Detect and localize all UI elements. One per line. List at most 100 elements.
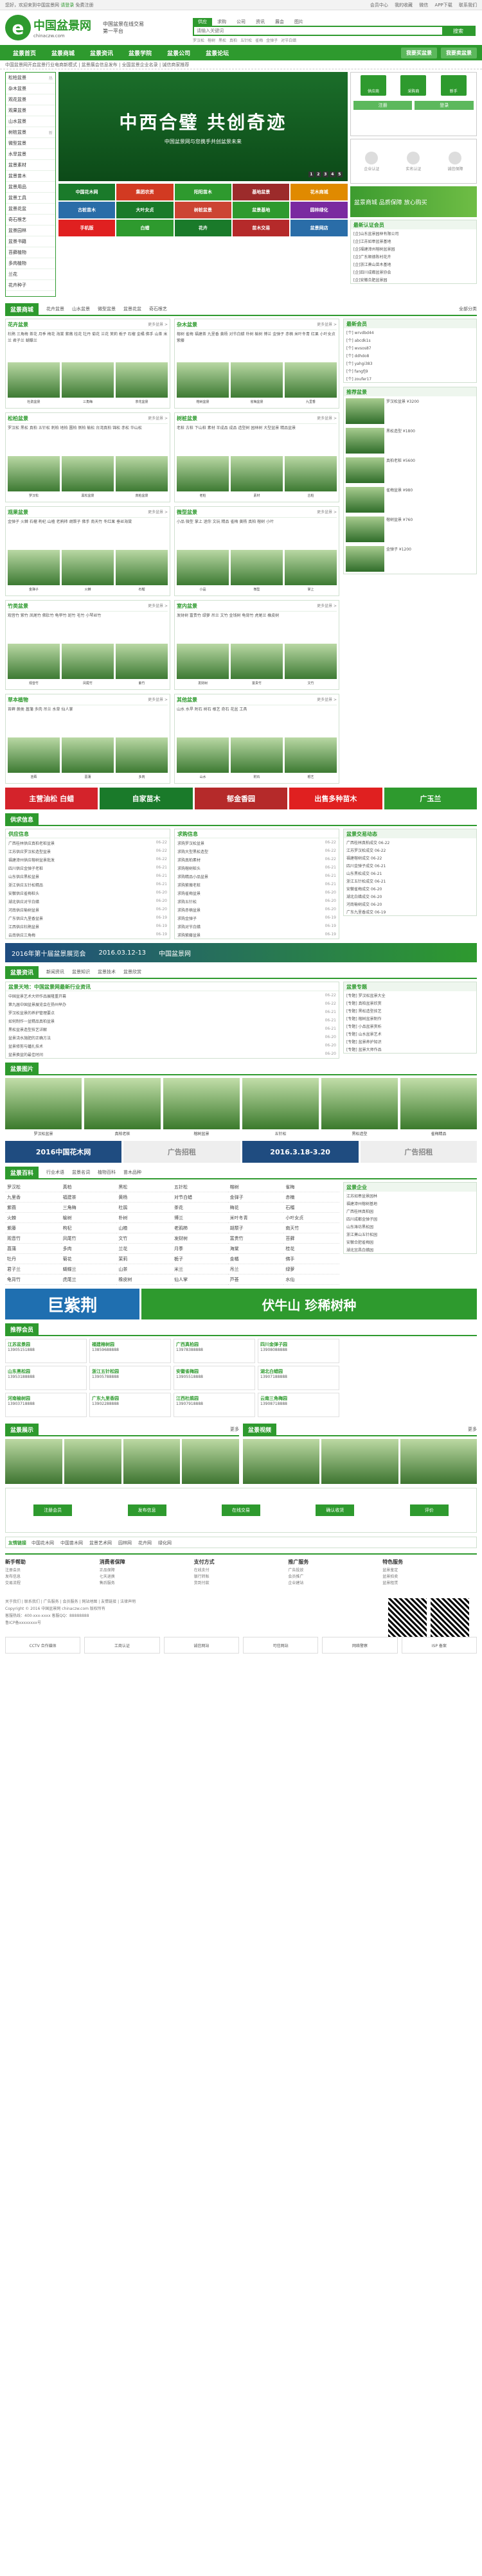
member-card[interactable]: 湖北白蜡园 13907188888: [258, 1366, 339, 1390]
member-item[interactable]: [个] yahgi383: [344, 359, 476, 367]
gallery-image[interactable]: 罗汉松盆景: [5, 1078, 82, 1136]
plant-image[interactable]: 老桩: [177, 456, 229, 498]
recommended-item[interactable]: 罗汉松盆景 ¥3200: [344, 396, 476, 426]
directory-item[interactable]: 南天竹: [283, 1223, 339, 1233]
directory-item[interactable]: 佛手: [283, 1254, 339, 1264]
member-card[interactable]: 河南榆树园 13903718888: [5, 1393, 87, 1417]
friend-link[interactable]: 花卉网: [138, 1540, 152, 1546]
plant-image[interactable]: 多肉: [116, 737, 168, 779]
category-item[interactable]: 微型盆景: [6, 138, 55, 149]
plant-image[interactable]: 凤尾竹: [62, 644, 114, 685]
ad-tile[interactable]: 古桩苗木: [58, 202, 116, 218]
hero-banner[interactable]: 中西合璧 共创奇迹 中国盆景网与您携手共创盆景未来 12345: [58, 72, 348, 181]
more-link[interactable]: 更多盆景 >: [317, 321, 337, 328]
plant-image[interactable]: 发财树: [177, 644, 229, 685]
help-link[interactable]: 注册会员: [5, 1567, 100, 1574]
directory-item[interactable]: 九里香: [5, 1192, 61, 1203]
demand-item[interactable]: 求购金弹子 06-19: [175, 913, 339, 922]
plant-image[interactable]: 山水: [177, 737, 229, 779]
strip-ad[interactable]: 出售多种苗木: [289, 788, 382, 809]
show-image[interactable]: [123, 1439, 181, 1484]
member-card[interactable]: 四川金弹子园 13908088888: [258, 1339, 339, 1363]
topic-item[interactable]: [专题] 山水盆景艺术: [344, 1030, 476, 1037]
plant-image[interactable]: 九里香: [285, 362, 337, 404]
more-link[interactable]: 更多盆景 >: [317, 509, 337, 516]
ad-tile[interactable]: 手机版: [58, 220, 116, 236]
supply-item[interactable]: 江苏供应罗汉松造型盆景 06-22: [6, 847, 170, 855]
directory-item[interactable]: 福建茶: [60, 1192, 117, 1203]
member-item[interactable]: [个] fangfj9: [344, 367, 476, 375]
recommended-item[interactable]: 黑松造型 ¥1800: [344, 426, 476, 455]
news-item[interactable]: 如何制作一盆精品真柏盆景 06-21: [6, 1016, 339, 1025]
directory-item[interactable]: 茉莉: [116, 1254, 172, 1264]
help-link[interactable]: 银行转账: [194, 1574, 289, 1580]
ad-tile[interactable]: 白蜡: [116, 220, 174, 236]
topic-item[interactable]: [专题] 盆景大师作品: [344, 1045, 476, 1053]
show-image[interactable]: [64, 1439, 121, 1484]
top-link[interactable]: APP下载: [435, 3, 452, 8]
footer-badge[interactable]: 网络警察: [322, 1637, 398, 1654]
category-item[interactable]: 松柏盆景 热: [6, 73, 55, 84]
directory-item[interactable]: 虎尾兰: [60, 1275, 117, 1285]
ad-tile[interactable]: 大叶女贞: [116, 202, 174, 218]
member-card[interactable]: 广东九里香园 13902288888: [89, 1393, 171, 1417]
directory-item[interactable]: 胡颓子: [228, 1223, 284, 1233]
plant-image[interactable]: 苔藓: [8, 737, 60, 779]
category-item[interactable]: 盆景园林: [6, 225, 55, 236]
trade-item[interactable]: 广西桂林真柏成交 06-22: [344, 838, 476, 846]
category-item[interactable]: 观花盆景: [6, 94, 55, 105]
more-link[interactable]: 更多盆景 >: [148, 509, 168, 516]
banner-dot[interactable]: 3: [322, 172, 328, 177]
gallery-image[interactable]: 五针松: [242, 1078, 319, 1136]
friend-link[interactable]: 中国花木网: [31, 1540, 54, 1546]
directory-item[interactable]: 火棘: [5, 1213, 61, 1223]
topic-item[interactable]: [专题] 榕树盆景制作: [344, 1014, 476, 1022]
login-link[interactable]: 请登录: [60, 3, 74, 8]
member-card[interactable]: 广西真柏园 13978388888: [174, 1339, 255, 1363]
help-link[interactable]: 企业建站: [288, 1580, 382, 1587]
directory-item[interactable]: 龟背竹: [5, 1275, 61, 1285]
trade-item[interactable]: 河南榆树成交 06-20: [344, 900, 476, 908]
demand-item[interactable]: 求购大型黑松造型 06-22: [175, 847, 339, 855]
trade-item[interactable]: 山东黑松成交 06-21: [344, 869, 476, 877]
plant-image[interactable]: 素材: [231, 456, 283, 498]
expo-banner[interactable]: 2016年第十届盆景展览会 2016.03.12-13 中国盆景网: [5, 943, 477, 962]
ad-tile[interactable]: 基地盆景: [233, 184, 290, 200]
directory-item[interactable]: 蝴蝶兰: [60, 1264, 117, 1275]
directory-item[interactable]: 博兰: [172, 1213, 228, 1223]
plant-image[interactable]: 富贵竹: [231, 644, 283, 685]
certified-member[interactable]: [企]广东顺德陈村花卉: [351, 252, 476, 260]
plant-image[interactable]: 根艺: [285, 737, 337, 779]
news-item[interactable]: 黑松盆景造型技艺详解 06-21: [6, 1025, 339, 1033]
demand-item[interactable]: 求购罗汉松盆景 06-22: [175, 838, 339, 847]
directory-item[interactable]: 兰花: [116, 1244, 172, 1254]
hot-keyword[interactable]: 黑松: [219, 39, 226, 43]
mall-tab[interactable]: 山水盆景: [72, 306, 90, 312]
category-item[interactable]: 盆景用品: [6, 182, 55, 193]
more-link[interactable]: 更多: [468, 1426, 477, 1433]
hot-keyword[interactable]: 真柏: [229, 39, 237, 43]
help-link[interactable]: 盆景拍卖: [382, 1574, 477, 1580]
search-tab[interactable]: 供应: [193, 18, 212, 26]
plant-image[interactable]: 观音竹: [8, 644, 60, 685]
footer-badge[interactable]: 诚信网站: [163, 1637, 239, 1654]
help-link[interactable]: 正品保障: [100, 1567, 194, 1574]
news-tab[interactable]: 盆景欣赏: [123, 969, 141, 975]
directory-item[interactable]: 金弹子: [228, 1192, 284, 1203]
directory-item[interactable]: 文竹: [116, 1233, 172, 1244]
plant-tags[interactable]: 老桩 古桩 下山桩 素材 半成品 成品 造型树 园林树 大型盆景 精品盆景: [177, 425, 337, 454]
supply-item[interactable]: 山东供应黑松盆景 06-21: [6, 872, 170, 880]
mall-tab[interactable]: 花卉盆景: [46, 306, 64, 312]
directory-item[interactable]: 茶花: [172, 1203, 228, 1213]
search-input[interactable]: [194, 27, 442, 35]
category-item[interactable]: 兰花: [6, 269, 55, 280]
show-image[interactable]: [182, 1439, 239, 1484]
directory-item[interactable]: 赤楠: [283, 1192, 339, 1203]
plant-image[interactable]: 罗汉松: [8, 456, 60, 498]
mall-tab[interactable]: 盆景花盆: [123, 306, 141, 312]
directory-item[interactable]: 山茶: [116, 1264, 172, 1275]
directory-item[interactable]: 菊花: [60, 1254, 117, 1264]
mall-tab[interactable]: 微型盆景: [98, 306, 116, 312]
plant-image[interactable]: 金弹子: [8, 550, 60, 592]
directory-item[interactable]: 榕树: [228, 1182, 284, 1192]
